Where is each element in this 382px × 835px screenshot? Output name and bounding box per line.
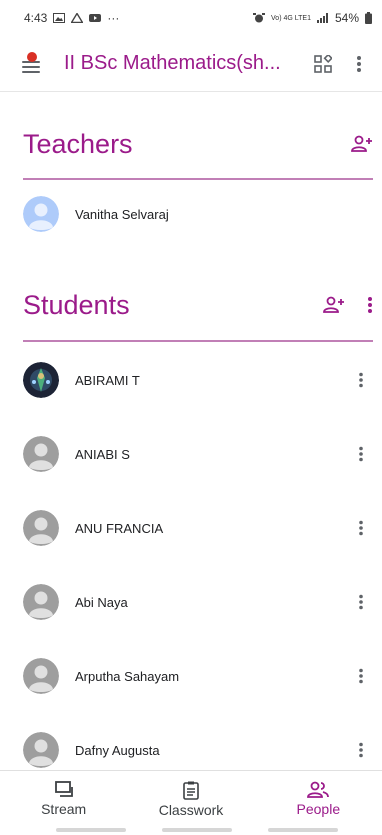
students-header: Students: [23, 287, 373, 323]
nav-people[interactable]: People: [255, 771, 382, 835]
stream-icon: [54, 781, 73, 797]
student-row[interactable]: ANU FRANCIA: [23, 510, 373, 546]
student-name: ANU FRANCIA: [75, 520, 164, 536]
status-bar: 4:43 ··· Vo) 4G LTE1 54%: [0, 0, 382, 36]
gesture-bar: [268, 828, 338, 832]
avatar: [23, 196, 59, 232]
overflow-menu-button[interactable]: [347, 52, 371, 76]
network-label: Vo) 4G LTE1: [271, 14, 311, 22]
battery-icon: [365, 12, 372, 24]
battery-percent: 54%: [334, 11, 359, 25]
avatar: [23, 362, 59, 398]
student-name: ANIABI S: [75, 446, 130, 462]
notification-dot: [27, 51, 37, 62]
nav-stream-label: Stream: [41, 801, 87, 817]
teachers-header: Teachers: [23, 126, 373, 162]
nav-people-label: People: [296, 801, 341, 817]
avatar: [23, 732, 59, 768]
more-notifications: ···: [107, 11, 120, 25]
classwork-icon: [183, 781, 199, 800]
student-more-button[interactable]: [349, 368, 373, 392]
status-left: 4:43 ···: [24, 11, 119, 25]
student-more-button[interactable]: [349, 738, 373, 762]
student-more-button[interactable]: [349, 664, 373, 688]
invite-student-icon[interactable]: [323, 296, 345, 314]
more-vert-icon: [359, 668, 363, 684]
student-row[interactable]: Abi Naya: [23, 584, 373, 620]
app-bar: II BSc Mathematics(sh...: [0, 36, 382, 92]
teacher-row[interactable]: Vanitha Selvaraj: [23, 196, 373, 232]
student-more-button[interactable]: [349, 590, 373, 614]
students-divider: [23, 340, 373, 342]
students-actions: [323, 296, 373, 314]
student-row[interactable]: ABIRAMI T: [23, 362, 373, 398]
more-vert-icon: [357, 55, 361, 72]
more-vert-icon: [359, 372, 363, 388]
student-more-button[interactable]: [349, 516, 373, 540]
teachers-divider: [23, 178, 373, 180]
avatar: [23, 658, 59, 694]
more-vert-icon: [359, 520, 363, 536]
drive-icon: [71, 13, 84, 23]
people-icon: [307, 781, 330, 798]
avatar: [23, 510, 59, 546]
student-more-button[interactable]: [349, 442, 373, 466]
student-row[interactable]: Dafny Augusta: [23, 732, 373, 768]
gesture-bar: [162, 828, 232, 832]
avatar: [23, 436, 59, 472]
student-name: ABIRAMI T: [75, 372, 140, 388]
student-row[interactable]: Arputha Sahayam: [23, 658, 373, 694]
avatar: [23, 584, 59, 620]
gallery-icon: [53, 13, 66, 23]
menu-button[interactable]: [22, 51, 44, 73]
student-name: Dafny Augusta: [75, 742, 160, 758]
students-title: Students: [23, 289, 130, 320]
nav-classwork[interactable]: Classwork: [127, 771, 254, 835]
bottom-navigation: Stream Classwork People: [0, 770, 382, 835]
more-vert-icon: [359, 446, 363, 462]
student-row[interactable]: ANIABI S: [23, 436, 373, 472]
video-icon: [89, 14, 102, 22]
students-more-icon[interactable]: [367, 296, 373, 314]
class-code-button[interactable]: [311, 52, 335, 76]
gesture-bar: [56, 828, 126, 832]
clock: 4:43: [24, 11, 48, 25]
invite-teacher-icon[interactable]: [351, 135, 373, 153]
student-name: Abi Naya: [75, 594, 128, 610]
status-right: Vo) 4G LTE1 54%: [253, 11, 372, 25]
nav-stream[interactable]: Stream: [0, 771, 127, 835]
teacher-name: Vanitha Selvaraj: [75, 206, 169, 222]
teachers-title: Teachers: [23, 128, 133, 159]
more-vert-icon: [359, 742, 363, 758]
nav-classwork-label: Classwork: [158, 802, 224, 818]
teachers-actions: [351, 135, 373, 153]
class-title: II BSc Mathematics(sh...: [64, 52, 281, 74]
class-code-icon: [314, 54, 332, 73]
student-name: Arputha Sahayam: [75, 668, 180, 684]
signal-icon: [316, 13, 328, 23]
more-vert-icon: [359, 594, 363, 610]
alarm-icon: [253, 13, 266, 23]
